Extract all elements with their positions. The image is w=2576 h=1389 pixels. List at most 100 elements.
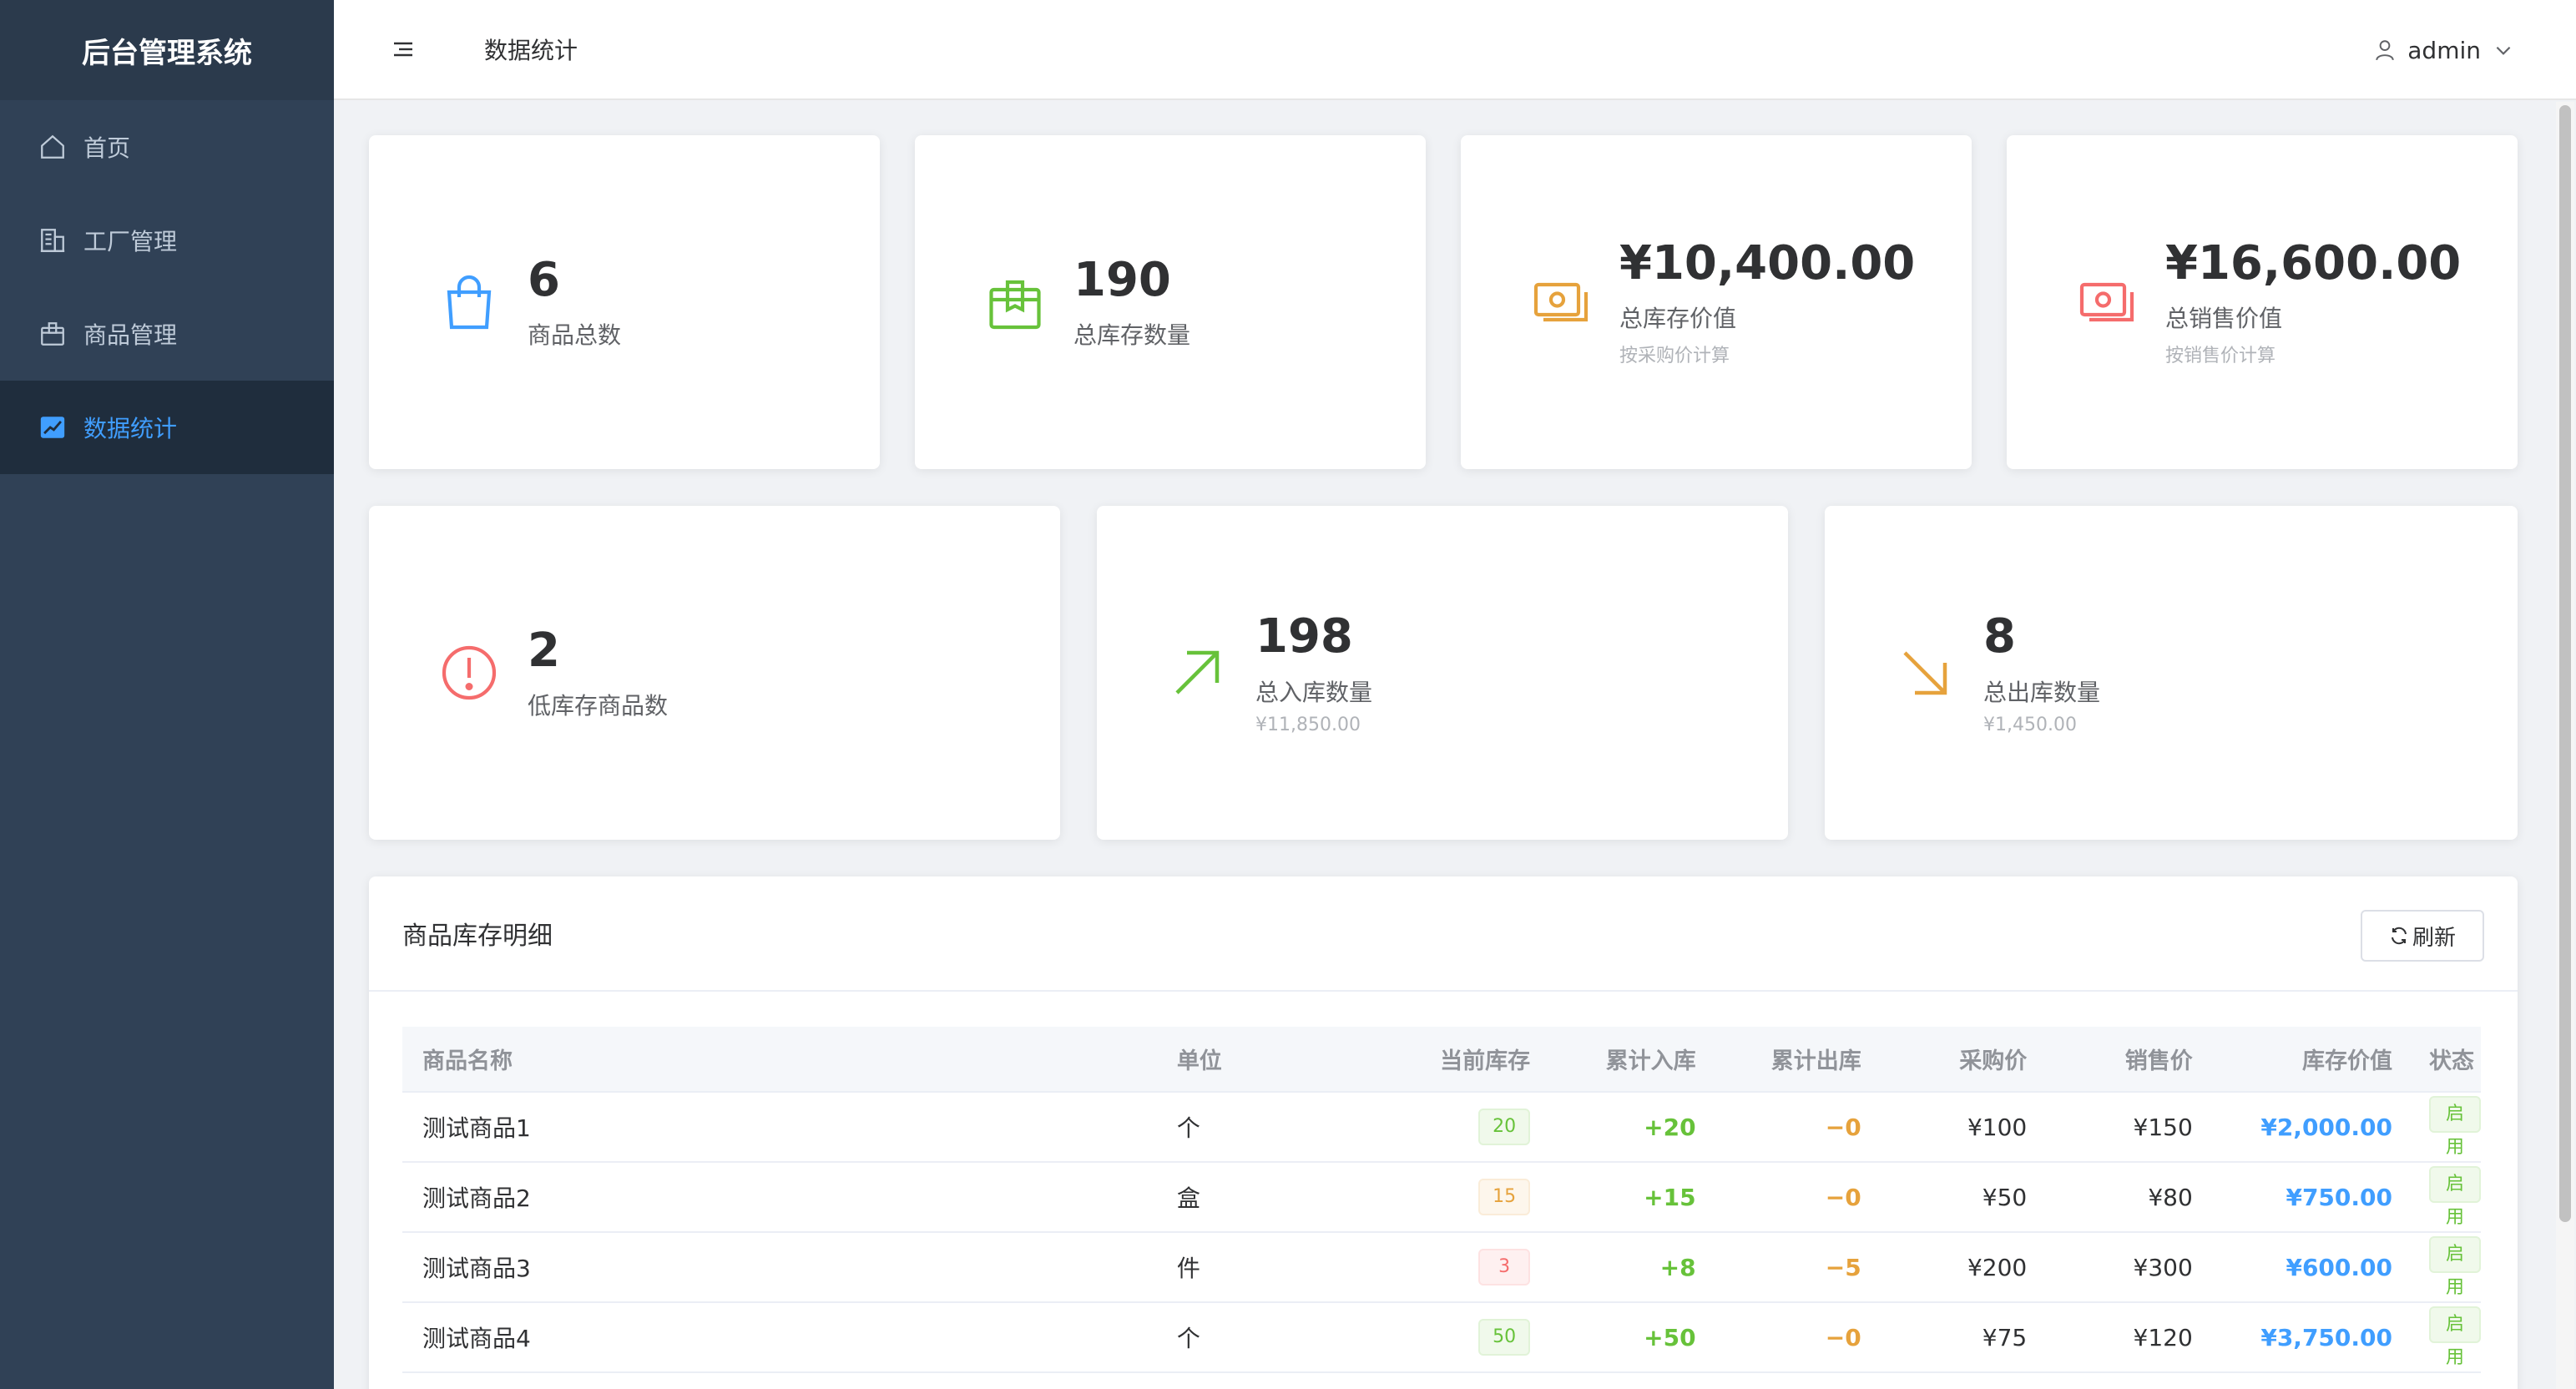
cell-stock: 3 [1383,1232,1548,1302]
cell-unit: 件 [1176,1255,1200,1282]
sidebar-item-home[interactable]: 首页 [0,100,334,194]
column-header[interactable]: 累计入库 [1548,1027,1714,1092]
cell-unit: 个 [1176,1114,1200,1142]
stat-label: 总出库数量 [1983,678,2101,706]
sidebar: 后台管理系统 首页 工厂管理 商品管理 数据统计 [0,0,334,1389]
stock-badge: 3 [1478,1249,1531,1285]
stat-label: 总销售价值 [2165,305,2283,333]
refresh-icon [2391,927,2407,945]
stat-card-stock-value: ¥10,400.00 总库存价值 按采购价计算 [1461,135,1972,469]
inventory-table: 商品名称 单位 当前库存 累计入库 累计出库 采购价 销售价 库存价值 状态 测… [402,1027,2481,1373]
table-row[interactable]: 测试商品3 件 3 +8 −5 ¥200 ¥300 ¥600.00 启用 [402,1232,2481,1302]
stat-value: ¥16,600.00 [2165,235,2462,290]
cell-unit: 个 [1176,1325,1200,1352]
cell-cost: ¥200 [1967,1253,2028,1281]
arrow-down-right-icon [1895,643,1955,703]
cell-in: +50 [1644,1323,1696,1351]
cell-price: ¥120 [2133,1323,2193,1351]
menu-toggle-icon[interactable] [392,40,414,58]
stat-card-total-products: 6 商品总数 [369,135,880,469]
home-icon [38,133,67,161]
table-row[interactable]: 测试商品1 个 20 +20 −0 ¥100 ¥150 ¥2,000.00 启用 [402,1092,2481,1162]
table-header-row: 商品名称 单位 当前库存 累计入库 累计出库 采购价 销售价 库存价值 状态 [402,1027,2481,1092]
building-icon [38,226,67,255]
cell-name: 测试商品4 [422,1325,531,1352]
user-dropdown[interactable]: admin [2362,0,2526,100]
cell-in: +15 [1644,1183,1696,1211]
table-row[interactable]: 测试商品4 个 50 +50 −0 ¥75 ¥120 ¥3,750.00 启用 [402,1302,2481,1372]
stat-sub: ¥1,450.00 [1983,714,2077,735]
sidebar-item-factory[interactable]: 工厂管理 [0,194,334,287]
column-header[interactable]: 库存价值 [2211,1027,2411,1092]
sidebar-item-goods[interactable]: 商品管理 [0,287,334,381]
stock-badge: 50 [1478,1319,1531,1356]
sidebar-item-label: 商品管理 [83,321,178,349]
stat-sub: 按销售价计算 [2165,346,2276,367]
stat-card-sales-value: ¥16,600.00 总销售价值 按销售价计算 [2007,135,2518,469]
user-icon [2376,40,2394,61]
cell-value: ¥600.00 [2286,1253,2392,1281]
stat-label: 低库存商品数 [528,692,669,720]
table-row[interactable]: 测试商品2 盒 15 +15 −0 ¥50 ¥80 ¥750.00 启用 [402,1162,2481,1232]
column-header[interactable]: 累计出库 [1715,1027,1880,1092]
status-badge: 启用 [2429,1235,2481,1298]
page-title: 数据统计 [484,37,578,64]
app-title: 后台管理系统 [0,0,334,100]
stat-label: 总库存数量 [1073,321,1191,350]
package-icon [985,272,1045,332]
cell-cost: ¥50 [1982,1183,2028,1211]
stock-badge: 15 [1478,1179,1531,1215]
cell-value: ¥2,000.00 [2260,1113,2392,1141]
cell-stock: 20 [1383,1092,1548,1162]
cell-unit: 盒 [1176,1184,1200,1212]
cell-out: −0 [1825,1323,1861,1351]
stock-badge: 20 [1478,1109,1531,1145]
arrow-up-right-icon [1167,643,1227,703]
chevron-down-icon [2496,46,2511,55]
inventory-card: 商品库存明细 刷新 商品名称 单位 当前库存 累计入库 累计出库 采购价 销售价… [369,876,2518,1389]
stat-value: 198 [1255,609,1353,664]
column-header[interactable]: 单位 [1177,1027,1383,1092]
sidebar-item-statistics[interactable]: 数据统计 [0,381,334,474]
chart-icon [38,413,67,442]
username: admin [2407,36,2481,64]
cell-stock: 15 [1383,1162,1548,1232]
scrollbar-thumb[interactable] [2559,105,2571,1222]
column-header[interactable]: 状态 [2411,1027,2481,1092]
column-header[interactable]: 销售价 [2045,1027,2211,1092]
status-badge: 启用 [2429,1165,2481,1228]
status-badge: 启用 [2429,1095,2481,1158]
stat-value: ¥10,400.00 [1619,235,1916,290]
cell-stock: 50 [1383,1302,1548,1372]
stat-card-total-out: 8 总出库数量 ¥1,450.00 [1825,506,2518,840]
cell-name: 测试商品2 [422,1184,531,1212]
cell-status: 启用 [2411,1232,2481,1302]
status-badge: 启用 [2429,1306,2481,1368]
column-header[interactable]: 商品名称 [402,1027,1177,1092]
column-header[interactable]: 当前库存 [1383,1027,1548,1092]
sidebar-item-label: 首页 [83,134,131,162]
stat-card-total-stock: 190 总库存数量 [915,135,1426,469]
cell-value: ¥3,750.00 [2260,1323,2392,1351]
cell-price: ¥80 [2148,1183,2193,1211]
cell-status: 启用 [2411,1162,2481,1232]
cell-price: ¥300 [2133,1253,2193,1281]
refresh-button[interactable]: 刷新 [2361,910,2484,962]
cell-out: −0 [1825,1183,1861,1211]
stat-label: 商品总数 [528,321,622,350]
cell-value: ¥750.00 [2286,1183,2392,1211]
column-header[interactable]: 采购价 [1880,1027,2046,1092]
cell-out: −5 [1825,1253,1861,1281]
stat-label: 总库存价值 [1619,305,1737,333]
cell-name: 测试商品1 [422,1114,531,1142]
stat-card-total-in: 198 总入库数量 ¥11,850.00 [1097,506,1788,840]
divider [369,990,2518,992]
warning-icon [439,643,499,703]
stat-sub: 按采购价计算 [1619,346,1730,367]
cell-cost: ¥100 [1967,1113,2028,1141]
money-icon [1531,272,1591,332]
main-scrollbar[interactable] [2556,102,2574,1389]
inventory-title: 商品库存明细 [402,922,553,951]
cell-out: −0 [1825,1113,1861,1141]
sidebar-item-label: 数据统计 [83,415,178,442]
